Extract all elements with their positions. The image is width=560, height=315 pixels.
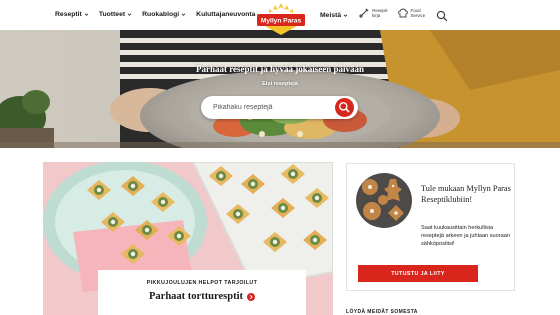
- gingerbread-image: [356, 173, 412, 228]
- nav-item-reseptit[interactable]: Reseptit: [55, 11, 89, 18]
- hero-banner: Parhaat reseptit ja hyvää jokaiseen päiv…: [0, 30, 560, 148]
- food-service-label: Food Service: [411, 8, 426, 18]
- arrow-right-icon: [247, 292, 255, 301]
- search-submit-button[interactable]: [335, 98, 354, 117]
- chef-hat-icon: [397, 8, 408, 18]
- hero-subtitle: Etsi reseptejä: [262, 81, 298, 87]
- recipe-book-link[interactable]: Resepti- kirja: [358, 7, 389, 19]
- club-title: Tule mukaan Myllyn Paras Reseptiklubiin!: [421, 184, 511, 204]
- search-icon[interactable]: [436, 10, 448, 22]
- recipe-search-input[interactable]: [213, 101, 328, 114]
- join-club-button[interactable]: TUTUSTU JA LIITY: [358, 265, 478, 282]
- nav-item-meista[interactable]: Meistä: [320, 12, 348, 19]
- nav-item-label: Reseptit: [55, 11, 82, 18]
- chevron-down-icon: [127, 13, 132, 16]
- nav-item-label: Kuluttajaneuvonta: [196, 11, 256, 18]
- label-line: Service: [410, 13, 426, 18]
- nav-item-label: Meistä: [320, 11, 342, 19]
- social-heading: LÖYDÄ MEIDÄT SOMESTA: [346, 309, 418, 315]
- hero-image: [0, 30, 560, 148]
- food-service-link[interactable]: Food Service: [397, 7, 426, 19]
- feature-card-title: Parhaat tortturesptit: [149, 291, 243, 302]
- feature-card-title-link[interactable]: Parhaat tortturesptit: [98, 291, 306, 302]
- site-header: Reseptit Tuotteet Ruokablogi Kuluttajane…: [0, 0, 560, 35]
- feature-card-kicker: PIKKUJOULUJEN HELPOT TARJOILUT: [146, 280, 258, 286]
- label-line: kirja: [372, 13, 381, 18]
- chevron-down-icon: [343, 13, 348, 17]
- nav-item-kuluttajaneuvonta[interactable]: Kuluttajaneuvonta: [196, 11, 255, 18]
- main-nav: Reseptit Tuotteet Ruokablogi Kuluttajane…: [55, 11, 265, 18]
- chevron-down-icon: [181, 13, 186, 16]
- gingerbread-picture: [356, 173, 412, 228]
- hero-title: Parhaat reseptit ja hyvää jokaiseen päiv…: [195, 64, 365, 74]
- search-icon: [339, 102, 350, 113]
- svg-text:Myllyn Paras: Myllyn Paras: [261, 18, 302, 25]
- recipe-book-label: Resepti- kirja: [372, 8, 388, 18]
- chevron-down-icon: [84, 13, 89, 16]
- nav-item-label: Tuotteet: [98, 11, 126, 18]
- page: Reseptit Tuotteet Ruokablogi Kuluttajane…: [0, 0, 560, 315]
- secondary-nav: Meistä Resepti- kirja Food Service: [320, 7, 433, 19]
- nav-item-ruokablogi[interactable]: Ruokablogi: [142, 11, 186, 18]
- nav-item-label: Ruokablogi: [142, 11, 180, 18]
- myllyn-paras-logo[interactable]: Myllyn Paras: [254, 2, 308, 36]
- recipe-book-icon: [359, 8, 369, 18]
- nav-item-tuotteet[interactable]: Tuotteet: [99, 11, 132, 18]
- club-text: Saat kuukausittain herkullisia reseptejä…: [421, 225, 510, 247]
